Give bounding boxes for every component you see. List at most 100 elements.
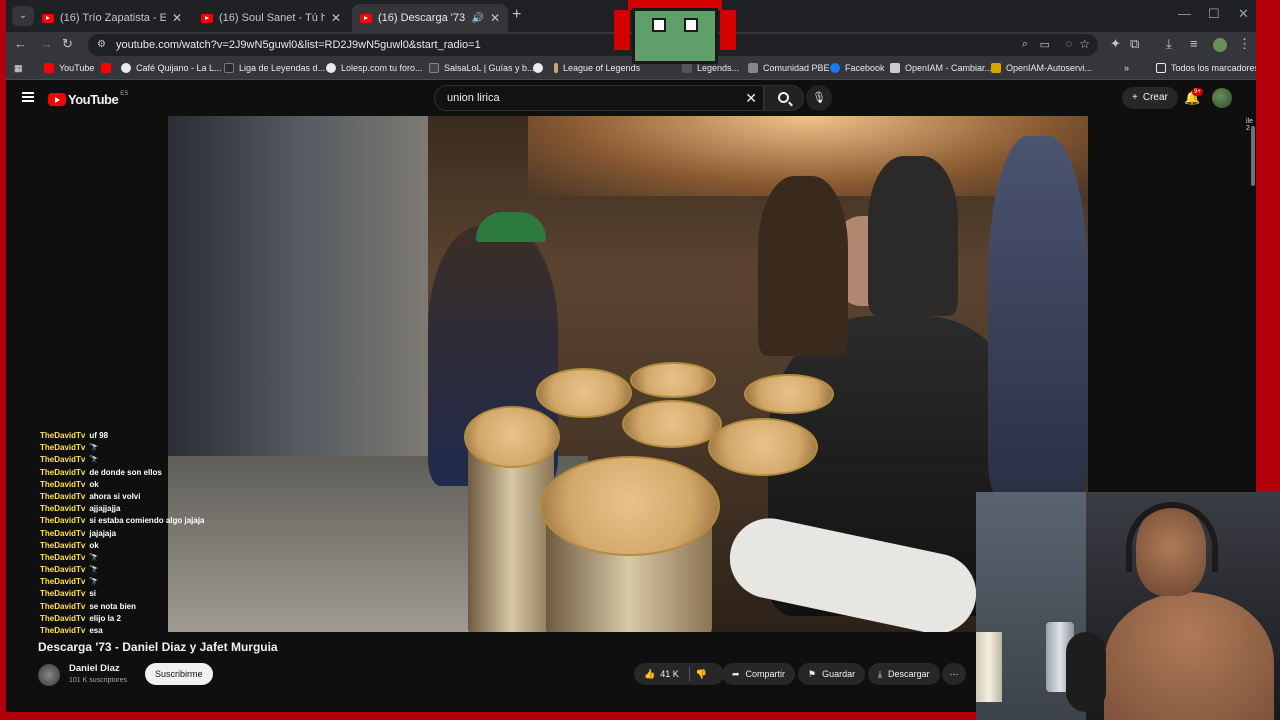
bookmark-liga-leyendas[interactable]: Liga de Leyendas d...: [224, 63, 325, 73]
like-button[interactable]: 👍 41 K: [644, 663, 679, 685]
mascot-face: [632, 8, 718, 64]
search-icon: [778, 92, 789, 103]
globe-icon: [326, 63, 336, 73]
maximize-icon[interactable]: ☐: [1208, 6, 1220, 22]
mic-icon: 🎙: [812, 92, 826, 104]
conga-head-front: [540, 456, 720, 556]
tab-3-active[interactable]: (16) Descarga '73 - Daniel D 🔊 ✕: [352, 4, 508, 32]
chat-username: TheDavidTv: [40, 516, 86, 526]
more-bookmarks-icon[interactable]: »: [1124, 63, 1129, 73]
facebook-icon: [830, 63, 840, 73]
bookmark-cafe-quijano[interactable]: Café Quijano - La L...: [121, 63, 222, 73]
create-button[interactable]: + Crear: [1122, 87, 1178, 109]
forward-icon[interactable]: →: [40, 36, 53, 51]
video-player[interactable]: [168, 116, 1088, 632]
chat-text: 🔭: [89, 577, 100, 587]
chat-username: TheDavidTv: [40, 613, 86, 623]
close-tab-icon[interactable]: ✕: [490, 11, 500, 25]
pbe-icon: [748, 63, 758, 73]
video-title: Descarga '73 - Daniel Diaz y Jafet Murgu…: [38, 640, 278, 654]
media-control-icon[interactable]: ≡: [1190, 36, 1198, 51]
bookmark-star-icon[interactable]: ☆: [1079, 37, 1090, 51]
chat-username: TheDavidTv: [40, 577, 86, 587]
subscribe-button[interactable]: Suscribirme: [145, 663, 213, 685]
clear-search-icon[interactable]: ✕: [745, 90, 757, 107]
chat-username: TheDavidTv: [40, 601, 86, 611]
search-input[interactable]: [447, 92, 727, 104]
close-window-icon[interactable]: ✕: [1238, 6, 1249, 22]
more-actions-button[interactable]: ⋯: [942, 663, 966, 685]
bookmark-salsalol[interactable]: SalsaLoL | Guías y b...: [429, 63, 535, 73]
download-button[interactable]: ⤓ Descargar: [868, 663, 940, 685]
share-button[interactable]: ➦ Compartir: [722, 663, 796, 685]
extension-icon[interactable]: ✦: [1110, 36, 1121, 52]
extensions-puzzle-icon[interactable]: ⧉: [1130, 36, 1139, 52]
voice-search-button[interactable]: 🎙: [806, 85, 832, 111]
chat-message: TheDavidTv 🔭: [40, 564, 220, 576]
like-dislike-group: 👍 41 K 👎: [634, 663, 724, 685]
zoom-icon[interactable]: ⌕: [1022, 38, 1028, 51]
chat-username: TheDavidTv: [40, 565, 86, 575]
tab-1[interactable]: (16) Trío Zapatista - El refraneri ✕: [34, 4, 190, 32]
share-icon: ➦: [732, 669, 740, 679]
youtube-logo[interactable]: YouTube ES: [48, 91, 128, 107]
channel-name[interactable]: Daniel Diaz: [69, 663, 120, 674]
close-tab-icon[interactable]: ✕: [172, 11, 182, 25]
tab-2[interactable]: (16) Soul Sanet - Tú haces que ✕: [193, 4, 349, 32]
chat-message: TheDavidTv 🔭: [40, 552, 220, 564]
reload-icon[interactable]: ↻: [62, 36, 73, 52]
download-icon[interactable]: ⤓: [1166, 36, 1172, 52]
audio-icon[interactable]: 🔊: [471, 13, 483, 24]
all-bookmarks-folder[interactable]: Todos los marcadores: [1156, 63, 1256, 73]
headset-icon: [1126, 502, 1218, 572]
channel-avatar[interactable]: [38, 664, 60, 686]
apps-icon[interactable]: ▦: [14, 63, 23, 74]
close-tab-icon[interactable]: ✕: [331, 11, 341, 25]
notifications-badge: 9+: [1192, 88, 1203, 96]
minimize-icon[interactable]: —: [1178, 6, 1191, 21]
bookmark-youtube[interactable]: YouTube: [44, 63, 94, 73]
more-menu-icon[interactable]: ⋮: [1238, 36, 1251, 52]
search-button[interactable]: [764, 85, 804, 111]
conga-head: [708, 418, 818, 476]
profile-avatar[interactable]: [1213, 38, 1227, 52]
address-bar[interactable]: ⚙ youtube.com/watch?v=2J9wN5guwl0&list=R…: [88, 34, 1098, 56]
conga-head: [630, 362, 716, 398]
chat-message: TheDavidTv de donde son ellos: [40, 467, 220, 479]
bookmark-lolesp[interactable]: Lolesp.com tu foro...: [326, 63, 423, 73]
hamburger-menu-icon[interactable]: [22, 92, 34, 102]
trumpeter: [868, 156, 958, 316]
bookmark-globe[interactable]: [533, 63, 548, 73]
url-text: youtube.com/watch?v=2J9wN5guwl0&list=RD2…: [116, 39, 481, 51]
stream-chat: TheDavidTv uf 98 TheDavidTv 🔭 TheDavidTv 🔭 The…: [40, 430, 220, 637]
bookmark-comunidad-pbe[interactable]: Comunidad PBE: [748, 63, 830, 73]
chat-text: 🔭: [89, 565, 100, 575]
lol-icon: [554, 63, 558, 73]
account-avatar[interactable]: [1212, 88, 1232, 108]
cast-icon[interactable]: ▭: [1040, 38, 1050, 51]
chat-username: TheDavidTv: [40, 552, 86, 562]
tab-search-button[interactable]: ⌄: [12, 6, 34, 26]
back-icon[interactable]: ←: [14, 36, 27, 51]
streamer-body: [1104, 592, 1274, 720]
mascot-eye-left: [652, 18, 666, 32]
save-button[interactable]: ⚑ Guardar: [798, 663, 866, 685]
bookmark-openiam-autoservicio[interactable]: OpenIAM-Autoservi...: [991, 63, 1092, 73]
bookmark-facebook[interactable]: Facebook: [830, 63, 885, 73]
bookmark-youtube-2[interactable]: [101, 63, 116, 73]
dislike-button[interactable]: 👎: [696, 663, 707, 685]
scrollbar-thumb[interactable]: [1251, 126, 1255, 186]
chat-username: TheDavidTv: [40, 540, 86, 550]
webcam-overlay: [976, 492, 1280, 720]
site-info-icon[interactable]: ⚙: [97, 39, 106, 50]
new-tab-button[interactable]: +: [512, 6, 521, 24]
chat-text: ok: [89, 540, 99, 550]
globe-icon: [533, 63, 543, 73]
download-icon: ⤓: [878, 669, 882, 679]
chat-username: TheDavidTv: [40, 479, 86, 489]
tracking-icon[interactable]: ◌: [1065, 38, 1072, 50]
openiam-icon: [991, 63, 1001, 73]
bookmark-openiam-cambiar[interactable]: OpenIAM - Cambiar...: [890, 63, 992, 73]
subscriber-count: 101 K suscriptores: [69, 677, 127, 684]
conga-head: [536, 368, 632, 418]
